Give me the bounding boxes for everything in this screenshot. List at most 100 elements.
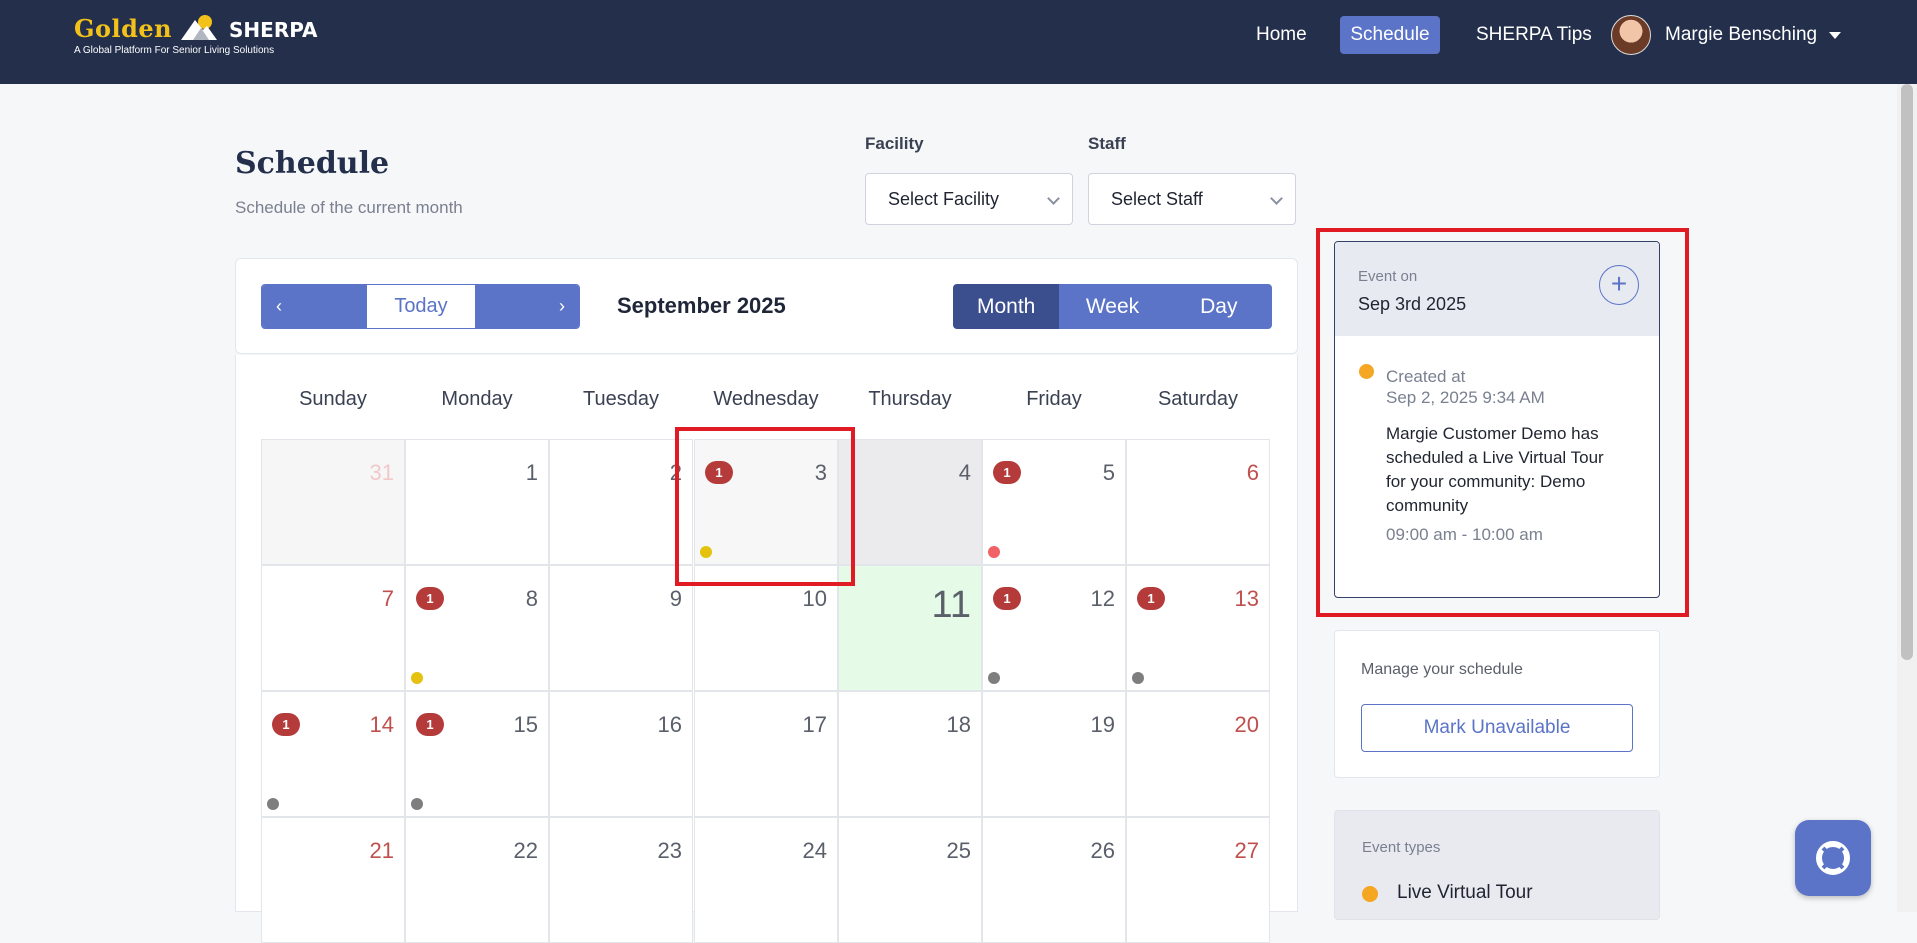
staff-select-value: Select Staff (1111, 189, 1203, 209)
calendar-day-cell[interactable]: 51 (982, 439, 1126, 565)
weekday-header: Saturday (1157, 388, 1239, 410)
weekday-header: Monday (441, 388, 513, 410)
calendar-day-cell[interactable]: 24 (694, 817, 838, 943)
mountain-sun-icon (180, 15, 217, 40)
facility-select-value: Select Facility (888, 189, 1000, 209)
date-navigation: ‹ Today › (261, 284, 580, 329)
view-week-button[interactable]: Week (1059, 284, 1166, 329)
next-month-button[interactable]: › (475, 285, 579, 328)
day-number: 6 (1246, 460, 1259, 485)
calendar-day-cell[interactable]: 26 (982, 817, 1126, 943)
chevron-left-icon: ‹ (276, 296, 282, 316)
calendar-day-cell[interactable]: 15 1 (405, 691, 549, 817)
manage-schedule-title: Manage your schedule (1361, 661, 1523, 678)
day-number: 5 (1102, 460, 1115, 485)
nav-home[interactable]: Home (1256, 16, 1307, 54)
calendar-day-cell[interactable]: 9 (549, 565, 693, 691)
calendar-day-cell[interactable]: 16 (549, 691, 693, 817)
selected-day-highlight (675, 427, 855, 586)
event-created: Created at Sep 2, 2025 9:34 AM (1386, 366, 1545, 408)
staff-select[interactable]: Select Staff (1088, 173, 1296, 225)
created-at-value: Sep 2, 2025 9:34 AM (1386, 388, 1545, 407)
calendar-day-cell[interactable]: 19 (982, 691, 1126, 817)
event-card-header: Event on Sep 3rd 2025 + (1335, 242, 1659, 336)
user-name: Margie Bensching (1665, 24, 1818, 45)
event-dot[interactable] (988, 672, 1000, 684)
day-number: 25 (946, 838, 971, 863)
weekday-header: Sunday (299, 388, 367, 410)
current-month-label: September 2025 (617, 293, 786, 318)
view-day-button[interactable]: Day (1165, 284, 1272, 329)
help-button[interactable] (1795, 820, 1871, 896)
event-dot[interactable] (267, 798, 279, 810)
day-number: 8 (525, 586, 538, 611)
calendar-day-cell[interactable]: 4 (838, 439, 982, 565)
calendar-day-cell[interactable]: 2 (549, 439, 693, 565)
event-type-label[interactable]: Live Virtual Tour (1397, 882, 1533, 904)
nav-schedule[interactable]: Schedule (1340, 16, 1440, 54)
calendar-day-cell[interactable]: 11 (838, 565, 982, 691)
day-number: 26 (1090, 838, 1115, 863)
event-date: Sep 3rd 2025 (1358, 294, 1467, 314)
calendar-day-cell[interactable]: 21 (261, 817, 405, 943)
prev-month-button[interactable]: ‹ (262, 285, 367, 328)
event-types-title: Event types (1362, 839, 1441, 856)
mark-unavailable-button[interactable]: Mark Unavailable (1361, 704, 1633, 752)
day-number: 11 (931, 584, 971, 626)
calendar-day-cell[interactable]: 25 (838, 817, 982, 943)
avatar (1611, 15, 1651, 55)
chevron-down-icon (1270, 192, 1283, 205)
user-menu[interactable]: Margie Bensching (1611, 15, 1842, 55)
page-scrollbar[interactable] (1897, 84, 1917, 912)
add-event-plus-icon[interactable]: + (1599, 265, 1639, 305)
calendar-day-cell[interactable]: 6 (1126, 439, 1270, 565)
event-dot[interactable] (411, 798, 423, 810)
calendar-day-cell[interactable]: 14 1 (261, 691, 405, 817)
event-count-badge[interactable]: 1 (416, 713, 444, 736)
day-number: 19 (1090, 712, 1115, 737)
day-number: 21 (369, 838, 394, 863)
calendar-day-cell[interactable]: 31 (261, 439, 405, 565)
calendar-day-cell[interactable]: 1 (405, 439, 549, 565)
staff-label: Staff (1088, 134, 1126, 153)
calendar-day-cell[interactable]: 12 1 (982, 565, 1126, 691)
weekday-header: Friday (1026, 388, 1082, 410)
event-count-badge[interactable]: 1 (1137, 587, 1165, 610)
calendar-day-cell[interactable]: 17 (694, 691, 838, 817)
event-dot[interactable] (411, 672, 423, 684)
day-number: 13 (1234, 586, 1259, 611)
day-number: 27 (1234, 838, 1259, 863)
event-dot[interactable] (1132, 672, 1144, 684)
day-number: 31 (369, 460, 394, 485)
day-number: 10 (802, 586, 827, 611)
calendar-day-cell[interactable]: 81 (405, 565, 549, 691)
event-count-badge[interactable]: 1 (993, 461, 1021, 484)
caret-down-icon (1829, 31, 1842, 39)
calendar-day-cell[interactable]: 18 (838, 691, 982, 817)
created-at-label: Created at (1386, 367, 1466, 386)
day-number: 12 (1090, 586, 1115, 611)
calendar-day-cell[interactable]: 13 1 (1126, 565, 1270, 691)
chevron-right-icon: › (559, 296, 565, 316)
calendar-day-cell[interactable]: 23 (549, 817, 693, 943)
day-number: 16 (657, 712, 682, 737)
facility-select[interactable]: Select Facility (865, 173, 1073, 225)
today-button[interactable]: Today (367, 285, 475, 328)
event-on-label: Event on (1358, 268, 1418, 285)
day-number: 17 (802, 712, 827, 737)
event-dot[interactable] (988, 546, 1000, 558)
nav-sherpa-tips[interactable]: SHERPA Tips (1476, 16, 1592, 54)
day-number: 1 (525, 460, 538, 485)
day-number: 15 (513, 712, 538, 737)
scrollbar-thumb[interactable] (1901, 84, 1913, 660)
view-month-button[interactable]: Month (953, 284, 1060, 329)
calendar-day-cell[interactable]: 22 (405, 817, 549, 943)
event-count-badge[interactable]: 1 (993, 587, 1021, 610)
brand-name-sherpa: SHERPA (229, 18, 318, 42)
calendar-day-cell[interactable]: 7 (261, 565, 405, 691)
golden-sherpa-logo[interactable]: Golden SHERPA A Global Platform For Seni… (74, 14, 318, 56)
calendar-day-cell[interactable]: 27 (1126, 817, 1270, 943)
event-count-badge[interactable]: 1 (416, 587, 444, 610)
calendar-day-cell[interactable]: 20 (1126, 691, 1270, 817)
event-count-badge[interactable]: 1 (272, 713, 300, 736)
